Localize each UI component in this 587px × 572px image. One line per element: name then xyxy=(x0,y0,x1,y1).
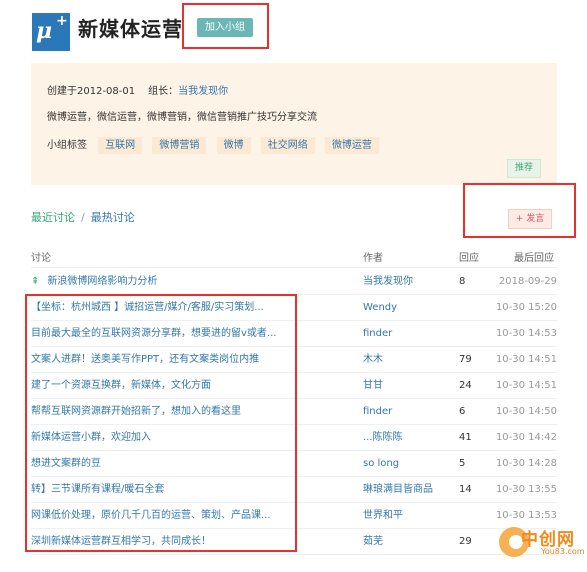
reply-count: 6 xyxy=(459,406,466,417)
page-title: 新媒体运营 xyxy=(78,17,183,41)
table-row: 新媒体运营小群，欢迎加入 ...陈陈陈 41 10-30 14:42 xyxy=(31,425,557,451)
table-row: 文案人进群！送奥美写作PPT，还有文案类岗位内推 木木 79 10-30 14:… xyxy=(31,347,557,373)
tag-link[interactable]: 微博营销 xyxy=(152,137,207,154)
author-link[interactable]: finder xyxy=(363,405,451,419)
topic-link[interactable]: 新媒体运营小群，欢迎加入 xyxy=(31,431,357,445)
column-header-topic: 讨论 xyxy=(31,253,51,264)
author-link[interactable]: finder xyxy=(363,327,451,341)
header-divider xyxy=(31,267,557,268)
reply-count: 14 xyxy=(459,484,472,495)
last-reply-time: 10-30 15:20 xyxy=(495,302,557,313)
tab-hot[interactable]: 最热讨论 xyxy=(91,211,135,224)
topic-link[interactable]: 目前最大最全的互联网资源分享群，想要进的留v或者... xyxy=(31,327,357,341)
tag-list: 小组标签 互联网 微博营销 微博 社交网络 微博运营 xyxy=(47,136,386,154)
post-button[interactable]: + 发言 xyxy=(508,209,552,229)
table-row: 目前最大最全的互联网资源分享群，想要进的留v或者... finder 10-30… xyxy=(31,321,557,347)
reply-count: 5 xyxy=(459,458,466,469)
author-link[interactable]: so long xyxy=(363,457,451,471)
tab-latest[interactable]: 最近讨论 xyxy=(31,211,75,224)
last-reply-time: 10-30 14:42 xyxy=(495,432,557,443)
topic-link[interactable]: 建了一个资源互换群，新媒体，文化方面 xyxy=(31,379,357,393)
author-link[interactable]: 甘甘 xyxy=(363,379,451,393)
discussion-tabs: 最近讨论 / 最热讨论 xyxy=(31,211,135,225)
last-reply-time: 10-30 14:51 xyxy=(495,380,557,391)
topic-link[interactable]: 文案人进群！送奥美写作PPT，还有文案类岗位内推 xyxy=(31,353,357,367)
owner-label: 组长： xyxy=(148,86,179,97)
table-row: 【坐标：杭州城西 】诚招运营/媒介/客服/实习策划... Wendy 10-30… xyxy=(31,295,557,321)
table-row: 转】三节课所有课程/暖石全套 琳琅满目皆商品 14 10-30 13:55 xyxy=(31,477,557,503)
column-header-last-reply: 最后回应 xyxy=(514,253,554,264)
table-row: 想进文案群的豆 so long 5 10-30 14:28 xyxy=(31,451,557,477)
topic-link[interactable]: ⇞ 新浪微博网络影响力分析 xyxy=(31,275,357,289)
watermark-url: You83.com xyxy=(541,547,585,556)
last-reply-time: 10-30 14:53 xyxy=(495,328,557,339)
table-row: 建了一个资源互换群，新媒体，文化方面 甘甘 24 10-30 14:51 xyxy=(31,373,557,399)
topic-link[interactable]: 帮帮互联网资源群开始招新了，想加入的看这里 xyxy=(31,405,357,419)
author-link[interactable]: ...陈陈陈 xyxy=(363,431,451,445)
topic-link[interactable]: 网课低价处理，原价几千几百的运营、策划、产品课... xyxy=(31,509,357,523)
group-meta: 创建于2012-08-01 组长：当我发现你 xyxy=(47,82,228,97)
group-description: 微博运营，微信运营，微博营销，微信营销推广技巧分享交流 xyxy=(47,112,317,123)
table-row: 帮帮互联网资源群开始招新了，想加入的看这里 finder 6 10-30 14:… xyxy=(31,399,557,425)
author-link[interactable]: 世界和平 xyxy=(363,509,451,523)
last-reply-time: 10-30 14:50 xyxy=(495,406,557,417)
tag-link[interactable]: 社交网络 xyxy=(260,137,315,154)
topic-title: 新浪微博网络影响力分析 xyxy=(47,276,158,287)
topic-link[interactable]: 深圳新媒体运营群互相学习，共同成长！ xyxy=(31,535,357,549)
logo-plus-glyph: + xyxy=(56,13,68,29)
owner-link[interactable]: 当我发现你 xyxy=(178,86,228,97)
column-header-replies: 回应 xyxy=(459,253,479,264)
topic-link[interactable]: 想进文案群的豆 xyxy=(31,457,357,471)
watermark-logo: 中创网 You83.com xyxy=(497,521,587,572)
last-reply-time: 2018-09-29 xyxy=(498,276,557,287)
topic-link[interactable]: 转】三节课所有课程/暖石全套 xyxy=(31,483,357,497)
last-reply-time: 10-30 14:28 xyxy=(495,458,557,469)
pin-icon: ⇞ xyxy=(31,276,40,287)
table-row: 网课低价处理，原价几千几百的运营、策划、产品课... 世界和平 10-30 13… xyxy=(31,503,557,529)
tag-link[interactable]: 微博 xyxy=(216,137,251,154)
reply-count: 24 xyxy=(459,380,472,391)
reply-count: 29 xyxy=(459,536,472,547)
column-header-author: 作者 xyxy=(363,253,383,264)
recommend-button[interactable]: 推荐 xyxy=(507,159,541,178)
reply-count: 41 xyxy=(459,432,472,443)
tab-separator: / xyxy=(81,211,85,224)
tags-label: 小组标签 xyxy=(47,140,87,151)
last-reply-time: 10-30 14:51 xyxy=(495,354,557,365)
table-row: 深圳新媒体运营群互相学习，共同成长！ 茹芜 29 xyxy=(31,529,557,555)
author-link[interactable]: 茹芜 xyxy=(363,535,451,549)
table-row: ⇞ 新浪微博网络影响力分析 当我发现你 8 2018-09-29 xyxy=(31,269,557,295)
author-link[interactable]: Wendy xyxy=(363,301,451,315)
tag-link[interactable]: 微博运营 xyxy=(324,137,379,154)
author-link[interactable]: 木木 xyxy=(363,353,451,367)
join-group-button[interactable]: 加入小组 xyxy=(197,18,253,37)
created-date: 创建于2012-08-01 xyxy=(47,86,136,97)
topic-link[interactable]: 【坐标：杭州城西 】诚招运营/媒介/客服/实习策划... xyxy=(31,301,357,315)
group-info-panel: 创建于2012-08-01 组长：当我发现你 微博运营，微信运营，微博营销，微信营… xyxy=(31,63,557,185)
author-link[interactable]: 琳琅满目皆商品 xyxy=(363,483,451,497)
reply-count: 79 xyxy=(459,354,472,365)
group-logo: μ + xyxy=(32,13,70,51)
last-reply-time: 10-30 13:55 xyxy=(495,484,557,495)
tag-link[interactable]: 互联网 xyxy=(98,137,143,154)
logo-mu-glyph: μ xyxy=(36,18,53,44)
author-link[interactable]: 当我发现你 xyxy=(363,275,451,289)
reply-count: 8 xyxy=(459,276,466,287)
